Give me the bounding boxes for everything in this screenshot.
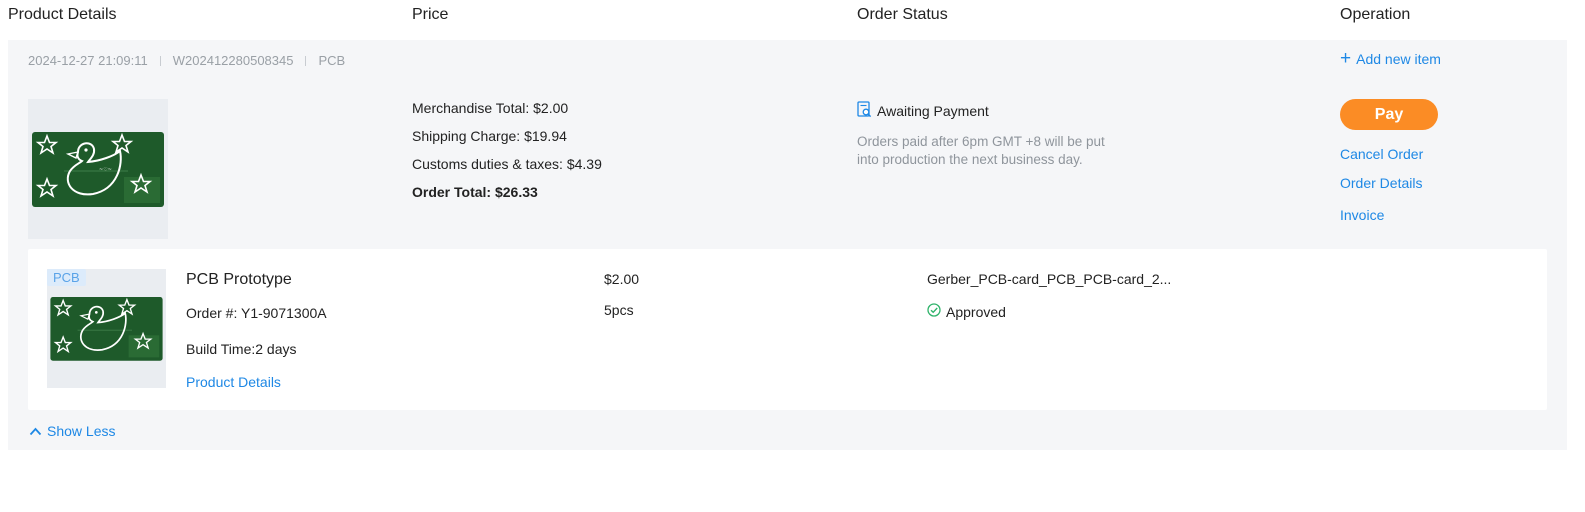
item-file-name: Gerber_PCB-card_PCB_PCB-card_2... [927,271,1172,287]
order-status: Awaiting Payment [857,101,989,121]
check-circle-icon [927,303,941,320]
cancel-order-link[interactable]: Cancel Order [1340,146,1423,162]
item-quantity: 5pcs [604,302,634,318]
chevron-up-icon [29,423,42,439]
col-header-operation: Operation [1340,6,1411,23]
merchandise-total: Merchandise Total: $2.00 [412,100,569,116]
order-number: W202412280508345 [172,53,294,68]
item-review-status-label: Approved [946,303,1006,320]
item-product-thumbnail[interactable] [47,269,166,388]
item-build-time: Build Time:2 days [186,341,297,357]
item-price: $2.00 [604,271,640,287]
pcb-duck-image: ~♡~ [32,132,164,207]
order-datetime: 2024-12-27 21:09:11 [28,53,148,68]
customs-duties: Customs duties & taxes: $4.39 [412,156,602,172]
order-category: PCB [318,53,346,68]
shipping-charge: Shipping Charge: $19.94 [412,128,567,144]
order-meta: 2024-12-27 21:09:11 W202412280508345 PCB [28,53,345,68]
item-title: PCB Prototype [186,271,292,288]
order-total: Order Total: $26.33 [412,184,538,200]
col-header-order-status: Order Status [857,6,948,23]
add-new-item-label: Add new item [1356,51,1441,67]
production-note: Orders paid after 6pm GMT +8 will be put… [857,134,1105,167]
show-less-toggle[interactable]: Show Less [29,423,115,439]
col-header-price: Price [412,6,449,23]
meta-divider [159,55,161,66]
order-product-thumbnail[interactable]: ~♡~ [28,99,168,239]
item-review-status: Approved [927,303,1006,320]
plus-icon: + [1340,48,1352,69]
pcb-badge: PCB [47,269,86,286]
svg-text:~♡~: ~♡~ [99,167,112,173]
pcb-duck-image [50,297,163,361]
add-new-item-button[interactable]: + Add new item [1340,48,1441,69]
show-less-label: Show Less [47,423,116,439]
document-search-icon [857,101,872,121]
meta-divider [305,55,307,66]
order-details-link[interactable]: Order Details [1340,175,1422,191]
col-header-product-details: Product Details [8,6,117,23]
order-status-label: Awaiting Payment [877,103,989,119]
pay-button[interactable]: Pay [1340,99,1438,130]
item-order-number: Order #: Y1-9071300A [186,305,327,321]
product-details-link[interactable]: Product Details [186,374,281,390]
invoice-link[interactable]: Invoice [1340,207,1384,223]
